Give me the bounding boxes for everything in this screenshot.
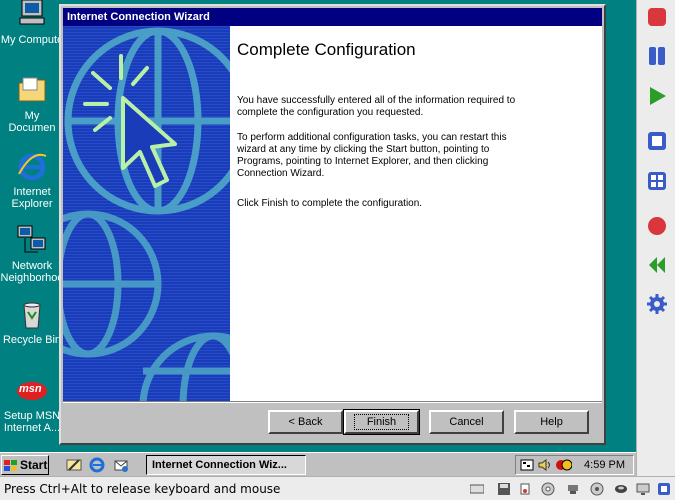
finish-button[interactable]: Finish [343, 409, 420, 435]
cancel-button[interactable]: Cancel [429, 410, 504, 434]
internet-explorer-icon [16, 150, 48, 182]
back-button-label: < Back [288, 416, 323, 428]
wizard-side-artwork [63, 26, 230, 401]
desktop-icon-label: My Compute [0, 34, 64, 46]
start-button[interactable]: Start [1, 455, 49, 475]
floppy-icon[interactable] [497, 482, 511, 496]
quick-switch-icon[interactable] [646, 170, 668, 192]
power-off-icon[interactable] [646, 6, 668, 28]
outlook-express-icon[interactable] [113, 457, 129, 473]
msn-logo-icon: msn [16, 374, 48, 406]
play-icon[interactable] [646, 85, 668, 107]
system-tray: 4:59 PM [515, 455, 634, 475]
network-status-icon[interactable] [556, 458, 573, 475]
back-button[interactable]: < Back [268, 410, 343, 434]
hard-disk-icon[interactable] [614, 482, 628, 496]
internet-explorer-icon[interactable] [89, 457, 105, 473]
fullscreen-icon[interactable] [646, 130, 668, 152]
sound-icon[interactable] [590, 482, 604, 496]
clock[interactable]: 4:59 PM [584, 459, 625, 471]
desktop-icon-my-computer[interactable]: My Compute [0, 0, 64, 46]
start-label: Start [20, 458, 48, 472]
finish-instructions: Click Finish to complete the configurati… [237, 198, 423, 209]
desktop-icon-setup-msn[interactable]: msn Setup MSN Internet A... [0, 374, 64, 434]
restart-instructions: To perform additional configuration task… [237, 132, 507, 179]
msn-logo-text: msn [19, 383, 42, 395]
usb-icon[interactable] [518, 482, 532, 496]
desktop-icon-my-documents[interactable]: My Documen [0, 74, 64, 134]
taskbar: Start Internet Connection Wiz... 4:59 PM [0, 452, 636, 476]
wizard-content: Complete Configuration You have successf… [230, 26, 602, 401]
cd-drive-icon[interactable] [541, 482, 555, 496]
desktop-icon-network-neighborhood[interactable]: Network Neighborhoo [0, 224, 64, 284]
desktop-icon-recycle-bin[interactable]: Recycle Bin [0, 298, 64, 346]
desktop-icon-label: Network Neighborhoo [0, 260, 64, 284]
keyboard-layout-icon[interactable] [520, 458, 534, 475]
recycle-bin-icon [16, 298, 48, 330]
keyboard-icon[interactable] [469, 482, 485, 496]
folder-icon [16, 74, 48, 106]
network-adapter-icon[interactable] [566, 482, 580, 496]
button-separator [63, 401, 602, 403]
network-icon [16, 224, 48, 256]
desktop-icon-label: My Documen [8, 110, 56, 134]
page-title: Complete Configuration [237, 40, 416, 59]
taskbar-button-wizard[interactable]: Internet Connection Wiz... [146, 455, 306, 475]
wizard-window: Internet Connection Wizard Complete Conf… [59, 4, 606, 445]
finish-button-label: Finish [353, 414, 410, 430]
help-button-label: Help [540, 416, 563, 428]
status-message: Press Ctrl+Alt to release keyboard and m… [4, 482, 281, 496]
desktop-icon-label: Recycle Bin [2, 334, 62, 346]
settings-gear-icon[interactable] [646, 293, 668, 315]
show-desktop-icon[interactable] [66, 457, 82, 473]
title-bar[interactable]: Internet Connection Wizard [63, 8, 602, 26]
display-icon[interactable] [636, 482, 650, 496]
vm-status-bar: Press Ctrl+Alt to release keyboard and m… [0, 476, 675, 500]
snapshot-icon[interactable] [646, 215, 668, 237]
cancel-button-label: Cancel [449, 416, 484, 428]
guest-desktop: My Compute My Documen Internet Explorer [0, 0, 636, 452]
desktop-icon-label: Setup MSN Internet A... [3, 410, 61, 434]
revert-icon[interactable] [646, 254, 668, 276]
computer-icon [16, 0, 48, 30]
pause-icon[interactable] [646, 45, 668, 67]
desktop-icon-internet-explorer[interactable]: Internet Explorer [0, 150, 64, 210]
desktop-icon-label: Internet Explorer [11, 186, 53, 210]
volume-icon[interactable] [538, 458, 552, 475]
vm-host-toolbar [636, 0, 675, 476]
windows-logo-icon [4, 459, 17, 471]
vm-tools-icon[interactable] [657, 482, 671, 496]
help-button[interactable]: Help [514, 410, 589, 434]
success-message: You have successfully entered all of the… [237, 95, 516, 118]
window-title: Internet Connection Wizard [67, 11, 210, 23]
taskbar-button-label: Internet Connection Wiz... [152, 459, 287, 471]
